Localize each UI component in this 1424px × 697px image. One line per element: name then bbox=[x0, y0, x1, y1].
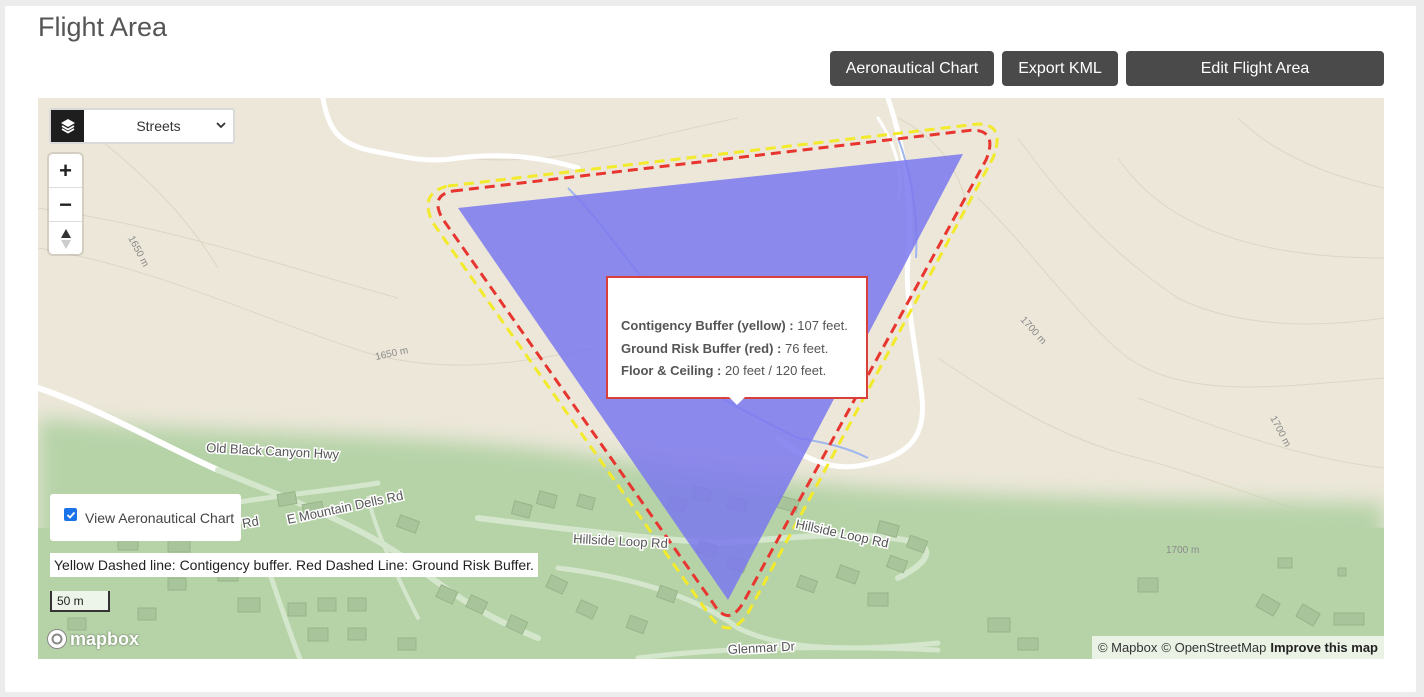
popup-tip bbox=[729, 397, 745, 405]
buffer-legend: Yellow Dashed line: Contigency buffer. R… bbox=[50, 553, 538, 577]
layers-icon[interactable] bbox=[51, 110, 84, 142]
map-canvas[interactable]: 1650 m 1650 m 1700 m 1700 m 1700 m Old B… bbox=[38, 98, 1384, 659]
flight-area-popup: Contigency Buffer (yellow) : 107 feet. G… bbox=[606, 276, 868, 405]
view-aeronautical-chart-toggle[interactable]: View Aeronautical Chart bbox=[50, 494, 241, 541]
view-chart-label: View Aeronautical Chart bbox=[85, 509, 235, 526]
popup-floor-ceiling-label: Floor & Ceiling : bbox=[621, 363, 722, 378]
page-title: Flight Area bbox=[38, 12, 168, 42]
view-chart-checkbox[interactable] bbox=[64, 508, 77, 521]
compass-icon bbox=[60, 228, 71, 249]
popup-contingency-value: 107 feet. bbox=[797, 318, 848, 333]
mapbox-logo-icon bbox=[47, 629, 67, 649]
aeronautical-chart-button[interactable]: Aeronautical Chart bbox=[830, 51, 994, 86]
layer-select-dropdown[interactable]: Streets bbox=[84, 110, 233, 142]
contour-label: 1700 m bbox=[1166, 545, 1199, 556]
attribution-osm[interactable]: © OpenStreetMap bbox=[1161, 640, 1266, 655]
chevron-down-icon bbox=[216, 122, 226, 129]
compass-button[interactable] bbox=[49, 222, 82, 255]
improve-map-link[interactable]: Improve this map bbox=[1270, 640, 1378, 655]
layer-select-value: Streets bbox=[136, 118, 181, 134]
mapbox-logo[interactable]: mapbox bbox=[46, 628, 139, 650]
zoom-control: + − bbox=[49, 154, 82, 254]
popup-contingency-row: Contigency Buffer (yellow) : 107 feet. bbox=[621, 315, 866, 338]
popup-ground-risk-row: Ground Risk Buffer (red) : 76 feet. bbox=[621, 338, 866, 361]
popup-contingency-label: Contigency Buffer (yellow) : bbox=[621, 318, 794, 333]
edit-flight-area-button[interactable]: Edit Flight Area bbox=[1126, 51, 1384, 86]
layer-select[interactable]: Streets bbox=[49, 108, 235, 144]
map-attribution: © Mapbox © OpenStreetMap Improve this ma… bbox=[1091, 636, 1384, 659]
scale-bar: 50 m bbox=[50, 591, 110, 612]
popup-floor-ceiling-row: Floor & Ceiling : 20 feet / 120 feet. bbox=[621, 360, 866, 383]
zoom-out-button[interactable]: − bbox=[49, 188, 82, 222]
mapbox-logo-text: mapbox bbox=[70, 628, 140, 649]
popup-ground-risk-label: Ground Risk Buffer (red) : bbox=[621, 340, 782, 356]
popup-ground-risk-value: 76 feet. bbox=[784, 340, 829, 356]
attribution-mapbox[interactable]: © Mapbox bbox=[1098, 640, 1157, 655]
checkmark-icon bbox=[66, 511, 75, 519]
road-label: Rd bbox=[241, 513, 260, 531]
zoom-in-button[interactable]: + bbox=[49, 154, 82, 188]
popup-floor-ceiling-value: 20 feet / 120 feet. bbox=[725, 363, 827, 378]
export-kml-button[interactable]: Export KML bbox=[1002, 51, 1118, 86]
